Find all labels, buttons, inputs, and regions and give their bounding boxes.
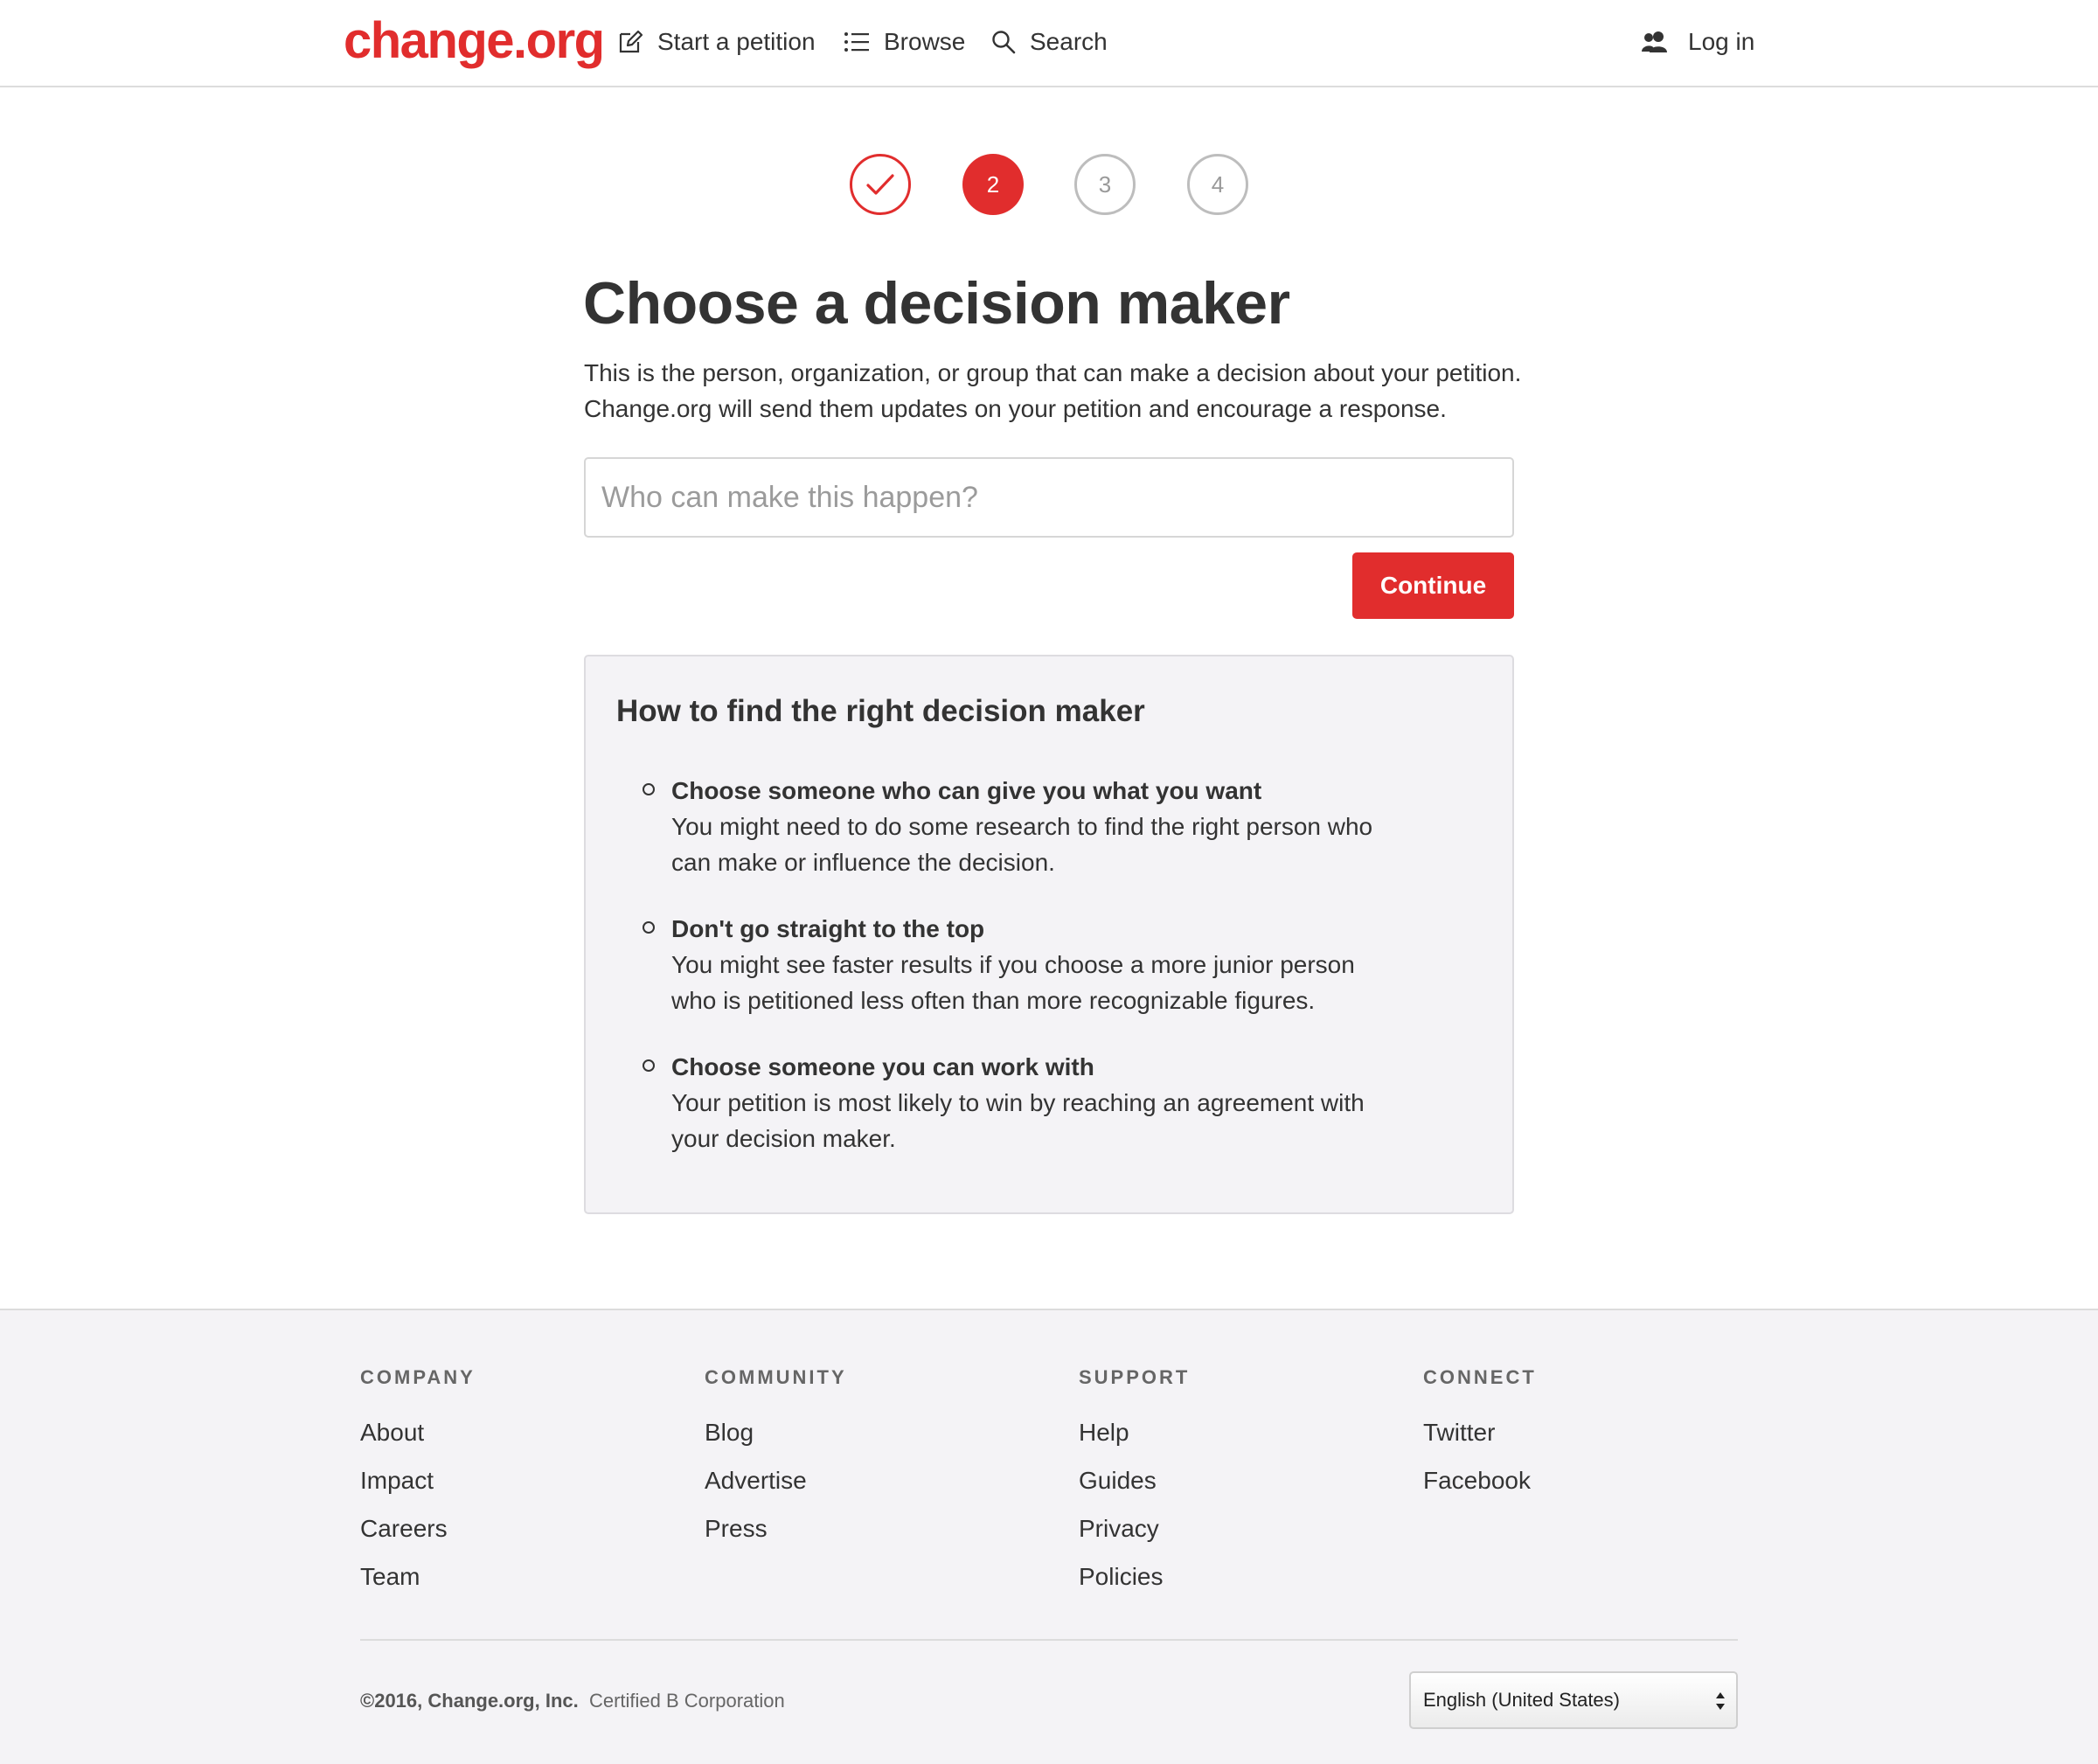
- tip-body: Your petition is most likely to win by r…: [671, 1089, 1365, 1152]
- bullet-icon: [643, 1059, 655, 1072]
- footer-heading: SUPPORT: [1079, 1366, 1191, 1388]
- footer-heading: COMPANY: [360, 1366, 476, 1388]
- users-icon: [1642, 31, 1667, 52]
- footer-link-careers[interactable]: Careers: [360, 1504, 476, 1552]
- footer-link-help[interactable]: Help: [1079, 1408, 1190, 1456]
- step-2-current: 2: [962, 154, 1024, 215]
- nav-browse[interactable]: Browse: [844, 19, 965, 65]
- language-select[interactable]: English (United States): [1409, 1671, 1738, 1729]
- footer-link-privacy[interactable]: Privacy: [1079, 1504, 1190, 1552]
- edit-icon: [619, 30, 643, 53]
- tip-body: You might need to do some research to fi…: [671, 813, 1373, 876]
- footer-link-advertise[interactable]: Advertise: [705, 1456, 847, 1504]
- site-footer: COMPANY About Impact Careers Team COMMUN…: [0, 1309, 2098, 1764]
- footer-divider: [360, 1639, 1738, 1641]
- footer-column-company: COMPANY About Impact Careers Team: [360, 1365, 476, 1601]
- list-icon: [844, 32, 869, 52]
- intro-line-1: This is the person, organization, or gro…: [584, 359, 1522, 386]
- footer-column-connect: CONNECT Twitter Facebook: [1423, 1365, 1537, 1504]
- step-1-complete: [850, 154, 911, 215]
- footer-link-guides[interactable]: Guides: [1079, 1456, 1190, 1504]
- tip-heading: Don't go straight to the top: [671, 915, 985, 942]
- nav-login-label: Log in: [1688, 28, 1755, 55]
- footer-link-team[interactable]: Team: [360, 1552, 476, 1601]
- tip-heading: Choose someone you can work with: [671, 1053, 1094, 1080]
- footer-link-twitter[interactable]: Twitter: [1423, 1408, 1537, 1456]
- tip-item: Don't go straight to the top You might s…: [643, 911, 1388, 1018]
- page-title: Choose a decision maker: [583, 270, 1290, 337]
- tip-heading: Choose someone who can give you what you…: [671, 777, 1262, 804]
- nav-browse-label: Browse: [884, 28, 966, 55]
- footer-column-support: SUPPORT Help Guides Privacy Policies: [1079, 1365, 1190, 1601]
- footer-link-about[interactable]: About: [360, 1408, 476, 1456]
- select-arrows-icon: [1716, 1692, 1725, 1710]
- footer-heading: COMMUNITY: [705, 1366, 847, 1388]
- nav-search[interactable]: Search: [991, 19, 1108, 65]
- nav-start-petition-label: Start a petition: [657, 28, 816, 55]
- tips-panel: How to find the right decision maker Cho…: [584, 655, 1514, 1214]
- nav-search-label: Search: [1030, 28, 1108, 55]
- copyright: ©2016, Change.org, Inc. Certified B Corp…: [360, 1688, 785, 1714]
- tip-item: Choose someone who can give you what you…: [643, 773, 1388, 880]
- bullet-icon: [643, 921, 655, 934]
- nav-start-petition[interactable]: Start a petition: [617, 19, 816, 65]
- step-3: 3: [1074, 154, 1136, 215]
- footer-link-blog[interactable]: Blog: [705, 1408, 847, 1456]
- logo[interactable]: change.org: [344, 9, 605, 73]
- site-header: change.org Start a petition Browse Searc…: [0, 0, 2098, 87]
- intro-text: This is the person, organization, or gro…: [584, 355, 1528, 427]
- continue-button[interactable]: Continue: [1352, 552, 1514, 619]
- check-icon: [866, 174, 894, 195]
- language-select-value: English (United States): [1423, 1689, 1620, 1711]
- decision-maker-input[interactable]: [584, 457, 1514, 538]
- copyright-text: ©2016, Change.org, Inc.: [360, 1690, 579, 1712]
- search-icon: [992, 31, 1016, 54]
- footer-link-impact[interactable]: Impact: [360, 1456, 476, 1504]
- tips-title: How to find the right decision maker: [616, 694, 1145, 728]
- footer-link-policies[interactable]: Policies: [1079, 1552, 1190, 1601]
- tip-item: Choose someone you can work with Your pe…: [643, 1049, 1388, 1156]
- nav-login[interactable]: Log in: [1641, 19, 1754, 65]
- footer-link-facebook[interactable]: Facebook: [1423, 1456, 1537, 1504]
- step-4: 4: [1187, 154, 1248, 215]
- footer-column-community: COMMUNITY Blog Advertise Press: [705, 1365, 847, 1552]
- footer-heading: CONNECT: [1423, 1366, 1537, 1388]
- certified-b-corp: Certified B Corporation: [588, 1690, 785, 1712]
- bullet-icon: [643, 783, 655, 795]
- tip-body: You might see faster results if you choo…: [671, 951, 1355, 1014]
- intro-line-2: Change.org will send them updates on you…: [584, 395, 1447, 422]
- footer-link-press[interactable]: Press: [705, 1504, 847, 1552]
